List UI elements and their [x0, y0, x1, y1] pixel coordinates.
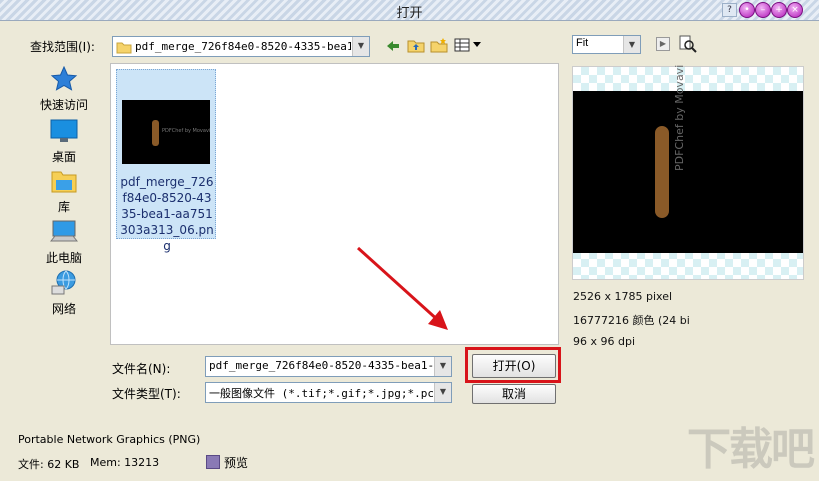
- place-label: 快速访问: [39, 98, 88, 112]
- watermark: 下载吧: [687, 424, 815, 475]
- chevron-down-icon[interactable]: ▼: [434, 383, 451, 402]
- place-label: 桌面: [51, 150, 76, 164]
- open-button[interactable]: 打开(O): [472, 354, 556, 378]
- lookin-combo[interactable]: pdf_merge_726f84e0-8520-4335-bea1-aa ▼: [112, 36, 370, 57]
- computer-icon: [50, 220, 78, 242]
- place-label: 此电脑: [45, 251, 82, 265]
- file-name: pdf_merge_726f84e0-8520-4335-bea1-aa7513…: [120, 175, 214, 253]
- annotation-arrow: [356, 246, 448, 330]
- file-thumbnail: PDFChef by Movavi: [122, 100, 210, 164]
- place-network[interactable]: 网络: [26, 270, 102, 317]
- file-item[interactable]: PDFChef by Movavi pdf_merge_726f84e0-852…: [116, 69, 216, 253]
- preview-image: PDFChef by Movavi: [573, 65, 803, 253]
- chevron-down-icon[interactable]: ▼: [434, 357, 451, 376]
- title-bar: 打开 ? • – + ×: [0, 0, 819, 21]
- filename-value: pdf_merge_726f84e0-8520-4335-bea1-aa75: [209, 359, 433, 372]
- place-label: 库: [57, 200, 70, 214]
- filename-input[interactable]: pdf_merge_726f84e0-8520-4335-bea1-aa75 ▼: [205, 356, 452, 377]
- image-preview: PDFChef by Movavi: [572, 65, 804, 280]
- chevron-down-icon[interactable]: ▼: [623, 36, 640, 53]
- thumb-logo-text: PDFChef by Movavi: [162, 128, 211, 134]
- maximize-button[interactable]: +: [771, 2, 787, 18]
- place-desktop[interactable]: 桌面: [26, 118, 102, 165]
- preview-label: 预览: [224, 456, 249, 470]
- minimize-button[interactable]: –: [755, 2, 771, 18]
- place-quick-access[interactable]: 快速访问: [26, 66, 102, 113]
- filetype-value: 一般图像文件 (*.tif;*.gif;*.jpg;*.pcx: [209, 387, 433, 400]
- image-colors: 16777216 颜色 (24 bi: [573, 314, 690, 327]
- zoom-icon[interactable]: [679, 35, 697, 53]
- close-button[interactable]: ×: [787, 2, 803, 18]
- zoom-select[interactable]: Fit ▼: [572, 35, 641, 54]
- file-size: 文件: 62 KB: [18, 458, 80, 471]
- place-this-pc[interactable]: 此电脑: [26, 219, 102, 266]
- play-icon[interactable]: ▶: [656, 37, 670, 51]
- cancel-button[interactable]: 取消: [472, 384, 556, 404]
- folder-icon: [116, 42, 132, 54]
- file-list[interactable]: PDFChef by Movavi pdf_merge_726f84e0-852…: [110, 63, 559, 345]
- up-folder-icon[interactable]: [407, 37, 425, 53]
- star-icon: [50, 66, 78, 91]
- filetype-label: 文件类型(T):: [112, 387, 181, 401]
- network-icon: [51, 270, 76, 295]
- image-dimensions: 2526 x 1785 pixel: [573, 290, 673, 303]
- preview-checkbox[interactable]: [206, 455, 220, 469]
- help-icon[interactable]: ?: [722, 3, 737, 17]
- filetype-select[interactable]: 一般图像文件 (*.tif;*.gif;*.jpg;*.pcx ▼: [205, 382, 452, 403]
- zoom-value: Fit: [576, 37, 589, 49]
- memory-usage: Mem: 13213 KE: [90, 456, 162, 469]
- help-button[interactable]: •: [739, 2, 755, 18]
- place-label: 网络: [51, 302, 76, 316]
- filename-label: 文件名(N):: [112, 362, 171, 376]
- lookin-value: pdf_merge_726f84e0-8520-4335-bea1-aa: [135, 40, 351, 53]
- lookin-label: 查找范围(I):: [30, 40, 95, 54]
- image-dpi: 96 x 96 dpi: [573, 335, 636, 348]
- library-icon: [51, 171, 77, 193]
- view-menu-icon[interactable]: [454, 38, 482, 52]
- place-library[interactable]: 库: [26, 168, 102, 215]
- preview-logo-text: PDFChef by Movavi: [673, 64, 686, 171]
- new-folder-icon[interactable]: [430, 37, 448, 53]
- window-title: 打开: [396, 6, 423, 21]
- file-format: Portable Network Graphics (PNG): [18, 433, 201, 446]
- back-icon[interactable]: [385, 38, 401, 54]
- chevron-down-icon[interactable]: ▼: [352, 37, 369, 56]
- desktop-icon: [50, 119, 78, 142]
